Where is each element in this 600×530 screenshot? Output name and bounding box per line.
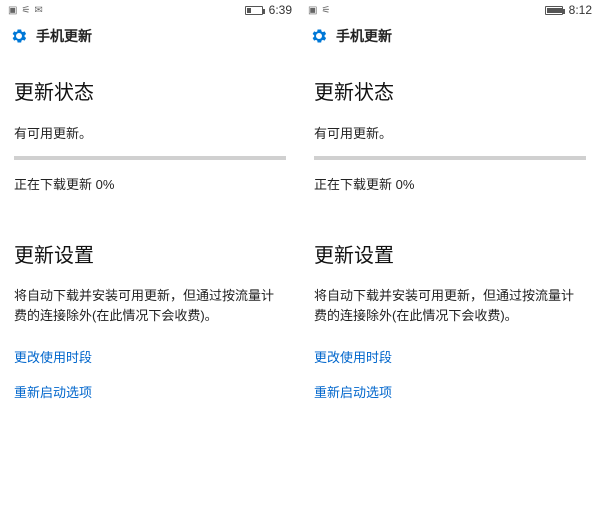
update-settings-description: 将自动下载并安装可用更新，但通过按流量计费的连接除外(在此情况下会收费)。 xyxy=(314,286,586,325)
page-header: 手机更新 xyxy=(300,20,600,56)
page-header: 手机更新 xyxy=(0,20,300,56)
battery-icon xyxy=(545,6,563,15)
clock-time: 6:39 xyxy=(269,3,292,17)
update-settings-description: 将自动下载并安装可用更新，但通过按流量计费的连接除外(在此情况下会收费)。 xyxy=(14,286,286,325)
restart-options-link[interactable]: 重新启动选项 xyxy=(314,382,586,401)
vibrate-icon: ✉ xyxy=(34,5,42,16)
download-progress-text: 正在下载更新 0% xyxy=(314,174,586,193)
wifi-icon: ⚟ xyxy=(21,5,30,16)
restart-options-link[interactable]: 重新启动选项 xyxy=(14,382,286,401)
gear-icon xyxy=(310,27,328,45)
phone-pane-right: ▣ ⚟ 8:12 手机更新 更新状态 有可用更新。 正在下载更新 0% 更新设置… xyxy=(300,0,600,530)
wifi-icon: ⚟ xyxy=(321,5,330,16)
sim-icon: ▣ xyxy=(8,5,17,16)
status-bar: ▣ ⚟ 8:12 xyxy=(300,0,600,20)
download-progress-text: 正在下载更新 0% xyxy=(14,174,286,193)
download-progress-bar xyxy=(314,156,586,160)
update-available-text: 有可用更新。 xyxy=(314,123,586,142)
page-title: 手机更新 xyxy=(36,26,92,46)
update-status-heading: 更新状态 xyxy=(14,76,286,105)
clock-time: 8:12 xyxy=(569,3,592,17)
change-active-hours-link[interactable]: 更改使用时段 xyxy=(314,347,586,366)
update-available-text: 有可用更新。 xyxy=(14,123,286,142)
sim-icon: ▣ xyxy=(308,5,317,16)
phone-pane-left: ▣ ⚟ ✉ 6:39 手机更新 更新状态 有可用更新。 正在下载更新 0% 更新… xyxy=(0,0,300,530)
battery-fill xyxy=(247,8,252,13)
battery-fill xyxy=(547,8,562,13)
status-bar: ▣ ⚟ ✉ 6:39 xyxy=(0,0,300,20)
change-active-hours-link[interactable]: 更改使用时段 xyxy=(14,347,286,366)
update-settings-heading: 更新设置 xyxy=(14,239,286,268)
download-progress-bar xyxy=(14,156,286,160)
update-settings-heading: 更新设置 xyxy=(314,239,586,268)
gear-icon xyxy=(10,27,28,45)
page-title: 手机更新 xyxy=(336,26,392,46)
update-status-heading: 更新状态 xyxy=(314,76,586,105)
battery-icon xyxy=(245,6,263,15)
